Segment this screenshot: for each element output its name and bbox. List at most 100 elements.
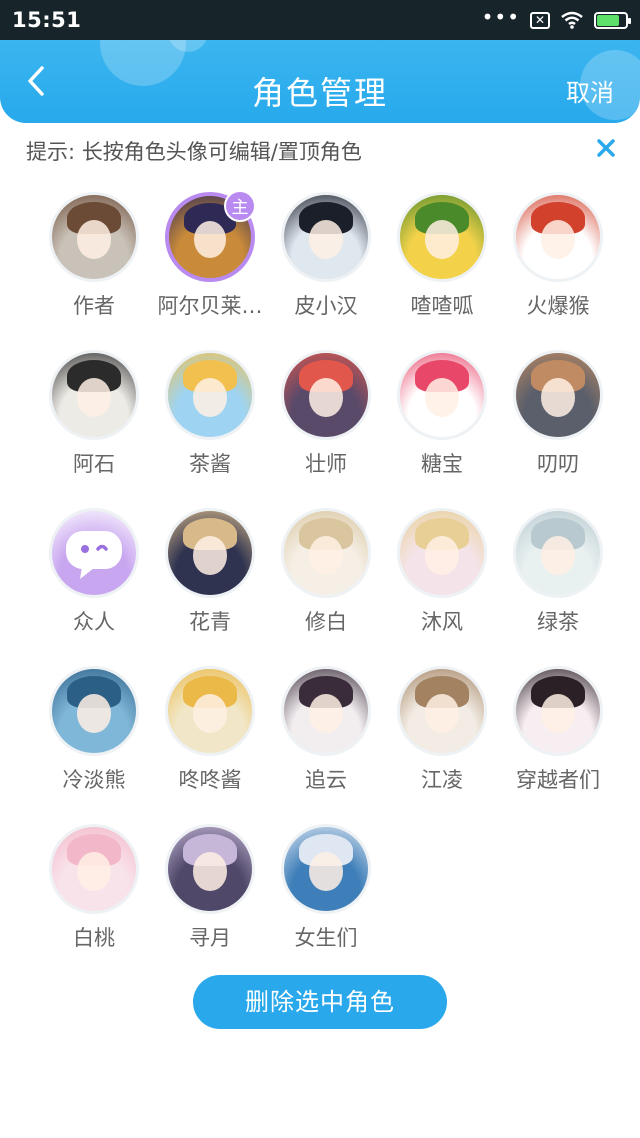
avatar-girl-blue-sea[interactable] xyxy=(281,824,371,914)
role-item[interactable]: 阿石 xyxy=(36,350,152,478)
avatar-watermelon[interactable] xyxy=(281,350,371,440)
role-name: 沐风 xyxy=(421,610,463,634)
role-item[interactable]: 咚咚酱 xyxy=(152,666,268,794)
avatar-face xyxy=(193,378,227,417)
avatar-author[interactable] xyxy=(49,192,139,282)
avatar-face xyxy=(193,694,227,733)
role-name: 壮师 xyxy=(305,452,347,476)
status-time: 15:51 xyxy=(12,8,82,32)
role-name: 穿越者们 xyxy=(516,768,600,792)
cancel-button[interactable]: 取消 xyxy=(566,73,614,108)
role-name: 叨叨 xyxy=(537,452,579,476)
avatar-bear[interactable] xyxy=(49,666,139,756)
role-name: 喳喳呱 xyxy=(410,294,474,318)
role-item[interactable]: 糖宝 xyxy=(384,350,500,478)
role-item[interactable]: 皮小汉 xyxy=(268,192,384,320)
avatar-girl-black-hair[interactable] xyxy=(513,666,603,756)
avatar-girl-pink[interactable] xyxy=(49,824,139,914)
battery-level xyxy=(597,14,620,26)
role-item[interactable]: 寻月 xyxy=(152,824,268,952)
role-item[interactable]: 火爆猴 xyxy=(500,192,616,320)
avatar-face xyxy=(77,694,111,733)
role-name: 白桃 xyxy=(73,926,115,950)
role-item[interactable]: 追云 xyxy=(268,666,384,794)
role-item[interactable]: 叨叨 xyxy=(500,350,616,478)
avatar-face xyxy=(541,378,575,417)
avatar-girl-red-ribbon[interactable] xyxy=(397,666,487,756)
avatar-face xyxy=(309,220,343,259)
avatar-face xyxy=(541,536,575,575)
avatar-panda-girl[interactable] xyxy=(49,350,139,440)
avatar-monkey[interactable] xyxy=(513,192,603,282)
role-item[interactable]: 修白 xyxy=(268,508,384,636)
avatar-girl-mint[interactable] xyxy=(513,508,603,598)
role-name: 寻月 xyxy=(189,926,231,950)
avatar-girl-dark-hair[interactable] xyxy=(281,666,371,756)
avatar-face xyxy=(77,378,111,417)
role-item[interactable]: 穿越者们 xyxy=(500,666,616,794)
role-name: 咚咚酱 xyxy=(178,768,242,792)
avatar-face xyxy=(309,852,343,891)
role-name: 绿茶 xyxy=(537,610,579,634)
role-name: 女生们 xyxy=(294,926,358,950)
avatar-girl-pastel[interactable] xyxy=(397,508,487,598)
wifi-icon xyxy=(561,11,583,29)
avatar-tea-logo[interactable] xyxy=(165,350,255,440)
role-item[interactable]: 白桃 xyxy=(36,824,152,952)
avatar-face xyxy=(425,536,459,575)
avatar-girl-brown[interactable] xyxy=(513,350,603,440)
role-name: 众人 xyxy=(73,610,115,634)
role-name: 江凌 xyxy=(421,768,463,792)
avatar-face xyxy=(541,220,575,259)
role-item[interactable]: 主阿尔贝莱… xyxy=(152,190,268,320)
avatar-face xyxy=(425,220,459,259)
avatar-face xyxy=(193,220,227,259)
avatar-girl-purple[interactable] xyxy=(165,824,255,914)
avatar-frog[interactable] xyxy=(397,192,487,282)
role-name: 冷淡熊 xyxy=(62,768,126,792)
sim-off-icon: ✕ xyxy=(530,11,550,29)
avatar-boy-black-hair[interactable] xyxy=(281,192,371,282)
role-name: 追云 xyxy=(305,768,347,792)
main-role-badge: 主 xyxy=(224,190,256,222)
avatar-face xyxy=(193,852,227,891)
role-item[interactable]: 冷淡熊 xyxy=(36,666,152,794)
avatar-face xyxy=(77,852,111,891)
more-dots-icon: ••• xyxy=(481,5,520,29)
avatar-chat-bubble[interactable] xyxy=(49,508,139,598)
role-item[interactable]: 沐风 xyxy=(384,508,500,636)
role-item[interactable]: 江凌 xyxy=(384,666,500,794)
role-name: 作者 xyxy=(73,294,115,318)
role-item[interactable]: 女生们 xyxy=(268,824,384,952)
role-name: 阿石 xyxy=(73,452,115,476)
role-item[interactable]: 作者 xyxy=(36,192,152,320)
role-item[interactable]: 花青 xyxy=(152,508,268,636)
role-grid: 作者 主阿尔贝莱… 皮小汉 喳喳呱 火爆猴阿石 茶酱 壮师 糖宝 叨叨 众人 花青 修白 沐风 绿茶冷淡… xyxy=(36,190,616,952)
role-item[interactable]: 众人 xyxy=(36,508,152,636)
avatar-girl-white[interactable] xyxy=(281,508,371,598)
role-name: 花青 xyxy=(189,610,231,634)
chat-bubble-icon xyxy=(66,531,122,579)
avatar-face xyxy=(425,694,459,733)
avatar-girl-navy[interactable] xyxy=(165,508,255,598)
role-name: 皮小汉 xyxy=(294,294,358,318)
role-item[interactable]: 喳喳呱 xyxy=(384,192,500,320)
delete-selected-roles-button[interactable]: 删除选中角色 xyxy=(193,975,447,1029)
avatar-face xyxy=(309,694,343,733)
avatar-face xyxy=(425,378,459,417)
status-bar: 15:51 ••• ✕ xyxy=(0,0,640,40)
role-name: 阿尔贝莱… xyxy=(157,294,263,318)
app-header: 角色管理 取消 xyxy=(0,40,640,123)
avatar-candy[interactable] xyxy=(397,350,487,440)
page-title: 角色管理 xyxy=(251,74,388,112)
hint-text: 提示: 长按角色头像可编辑/置顶角色 xyxy=(26,140,362,164)
avatar-face xyxy=(77,220,111,259)
role-name: 糖宝 xyxy=(421,452,463,476)
role-item[interactable]: 茶酱 xyxy=(152,350,268,478)
avatar-blonde-girl[interactable] xyxy=(165,666,255,756)
status-icons: ••• ✕ xyxy=(482,7,631,29)
role-name: 茶酱 xyxy=(189,452,231,476)
close-hint-icon[interactable] xyxy=(596,138,616,158)
role-item[interactable]: 壮师 xyxy=(268,350,384,478)
role-item[interactable]: 绿茶 xyxy=(500,508,616,636)
